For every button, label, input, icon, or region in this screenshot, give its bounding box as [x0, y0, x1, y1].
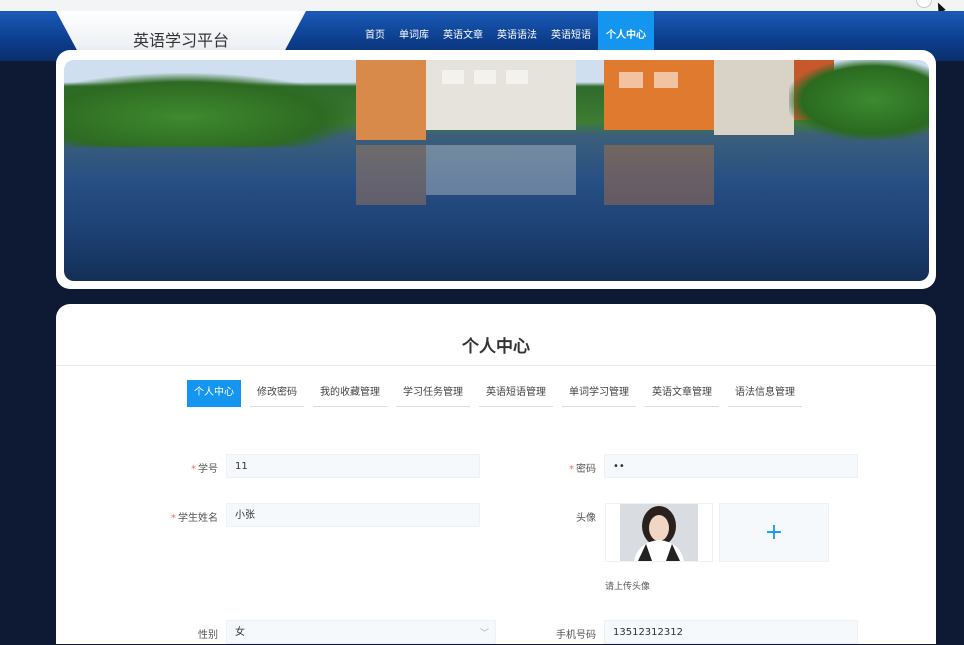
tab-learning-tasks[interactable]: 学习任务管理 [396, 380, 470, 407]
phone-input[interactable]: 13512312312 [604, 620, 858, 644]
window [619, 72, 643, 88]
avatar-label: 头像 [576, 513, 596, 524]
avatar-upload-button[interactable]: + [719, 503, 829, 562]
divider [56, 365, 936, 366]
trees-left [64, 72, 364, 147]
circle-icon[interactable] [916, 0, 932, 8]
building [604, 60, 714, 130]
student-id-input[interactable]: 11 [226, 454, 480, 478]
avatar-photo [620, 504, 698, 561]
water-reflection [426, 145, 576, 195]
window [474, 70, 496, 84]
avatar[interactable] [605, 503, 713, 562]
window [506, 70, 528, 84]
gender-label: 性别 [198, 630, 218, 641]
water-reflection [356, 145, 426, 205]
avatar-hint: 请上传头像 [605, 582, 651, 592]
tab-grammar[interactable]: 语法信息管理 [728, 380, 802, 407]
water-reflection [604, 145, 714, 205]
profile-tabs: 个人中心 修改密码 我的收藏管理 学习任务管理 英语短语管理 单词学习管理 英语… [187, 380, 811, 407]
page-title: 个人中心 [462, 337, 530, 357]
plus-icon: + [764, 520, 784, 545]
chevron-down-icon: ﹀ [480, 629, 490, 639]
browser-top-strip [0, 0, 964, 11]
trees-right [789, 60, 929, 140]
tab-favorites[interactable]: 我的收藏管理 [313, 380, 387, 407]
building [356, 60, 426, 140]
gender-select[interactable]: 女 [226, 620, 496, 644]
tab-phrases[interactable]: 英语短语管理 [479, 380, 553, 407]
tab-change-password[interactable]: 修改密码 [250, 380, 304, 407]
phone-label: 手机号码 [556, 630, 596, 641]
profile-card: 个人中心 个人中心 修改密码 我的收藏管理 学习任务管理 英语短语管理 单词学习… [56, 304, 936, 644]
campus-banner-image [64, 60, 929, 281]
tab-profile[interactable]: 个人中心 [187, 380, 241, 407]
window [654, 72, 678, 88]
student-name-label: * 学生姓名 [171, 513, 218, 524]
password-input[interactable]: •• [604, 454, 858, 478]
tab-articles[interactable]: 英语文章管理 [645, 380, 719, 407]
password-label: * 密码 [569, 464, 596, 475]
building [714, 60, 794, 135]
student-name-input[interactable]: 小张 [226, 503, 480, 527]
window [442, 70, 464, 84]
tab-word-learning[interactable]: 单词学习管理 [562, 380, 636, 407]
student-id-label: * 学号 [191, 464, 218, 475]
